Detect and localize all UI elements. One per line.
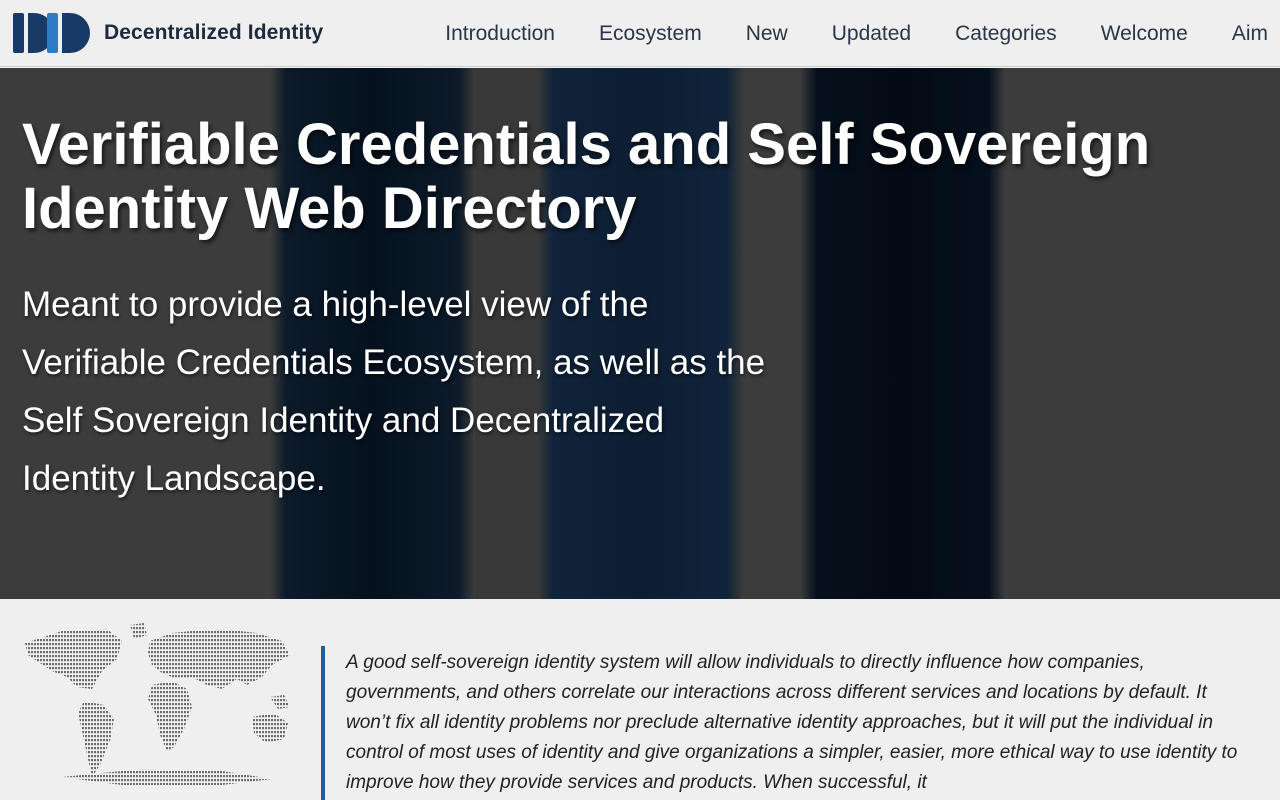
nav-updated[interactable]: Updated [832,22,911,46]
nav-new[interactable]: New [746,22,788,46]
nav-welcome[interactable]: Welcome [1101,22,1188,46]
did-logo-icon [13,13,90,53]
nav-aim[interactable]: Aim [1232,22,1268,46]
top-navigation-bar: Decentralized Identity Introduction Ecos… [0,0,1280,67]
intro-quote: A good self-sovereign identity system wi… [346,652,1238,793]
brand-home-link[interactable]: Decentralized Identity [12,12,323,54]
nav-categories[interactable]: Categories [955,22,1057,46]
hero-banner: Verifiable Credentials and Self Sovereig… [0,68,1280,599]
nav-introduction[interactable]: Introduction [445,22,555,46]
main-nav: Introduction Ecosystem New Updated Categ… [401,0,1268,67]
intro-section: A good self-sovereign identity system wi… [0,599,1280,800]
brand-name: Decentralized Identity [104,21,324,44]
page-title: Verifiable Credentials and Self Sovereig… [22,112,1151,241]
hero-subtitle: Meant to provide a high-level view of th… [22,285,766,498]
quote-accent-bar [321,646,325,800]
world-map-icon [25,623,290,785]
nav-ecosystem[interactable]: Ecosystem [599,22,702,46]
